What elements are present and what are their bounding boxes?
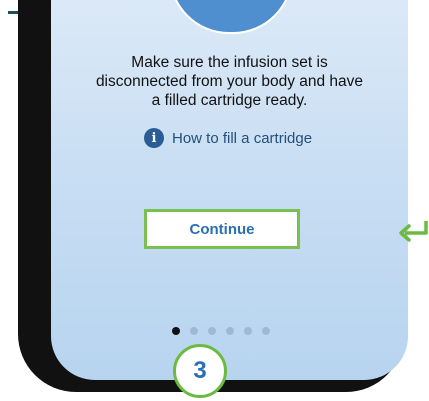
phone-frame: Make sure the infusion set is disconnect…	[18, 0, 408, 392]
info-icon: i	[144, 128, 164, 148]
instruction-line: disconnected from your body and have	[95, 73, 364, 90]
return-arrow-icon	[399, 221, 428, 242]
illustration-circle	[169, 0, 293, 34]
page-dot[interactable]	[172, 327, 180, 335]
instruction-line: Make sure the infusion set is	[131, 54, 328, 71]
page-dot[interactable]	[262, 327, 270, 335]
help-link-label: How to fill a cartridge	[172, 129, 313, 147]
step-number: 3	[193, 357, 207, 384]
phone-screen: Make sure the infusion set is disconnect…	[51, 0, 408, 380]
step-number-badge: 3	[173, 344, 227, 398]
continue-button-label: Continue	[189, 220, 255, 238]
page-dot[interactable]	[244, 327, 252, 335]
page-dot[interactable]	[226, 327, 234, 335]
page-dot[interactable]	[208, 327, 216, 335]
page-dot[interactable]	[190, 327, 198, 335]
instruction-line: a filled cartridge ready.	[151, 92, 308, 109]
continue-button[interactable]: Continue	[144, 209, 300, 249]
how-to-fill-cartridge-link[interactable]: i How to fill a cartridge	[144, 128, 312, 148]
page-indicator	[172, 327, 270, 335]
instruction-text: Make sure the infusion set is disconnect…	[51, 53, 408, 110]
